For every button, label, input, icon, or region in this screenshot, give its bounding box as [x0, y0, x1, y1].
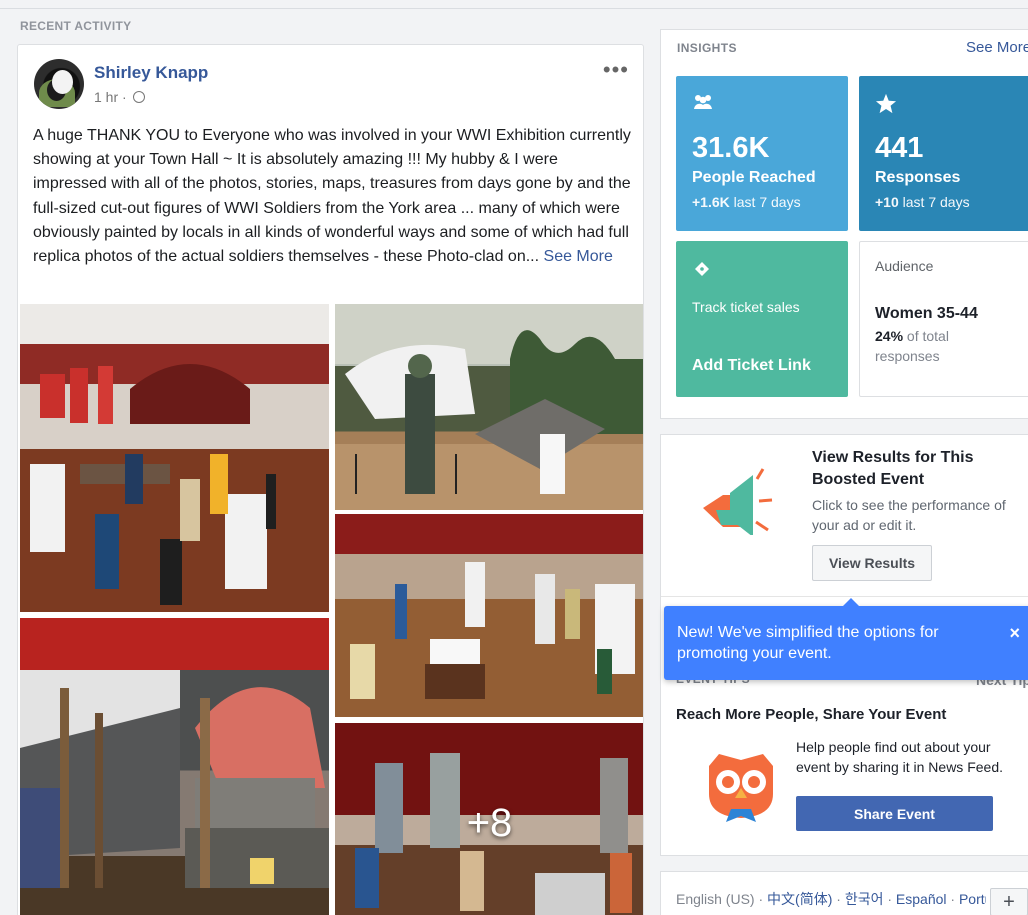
insights-see-more-link[interactable]: See More	[966, 39, 1028, 56]
audience-label: Audience	[875, 258, 934, 274]
people-reached-tile[interactable]: 31.6K People Reached +1.6K last 7 days	[676, 76, 848, 231]
more-options-icon[interactable]: •••	[603, 57, 629, 83]
boost-title: View Results for This Boosted Event	[812, 449, 974, 488]
people-reached-value: 31.6K	[692, 132, 770, 164]
post-photo[interactable]	[18, 616, 331, 915]
post-photo[interactable]	[18, 302, 331, 614]
avatar[interactable]	[34, 59, 84, 109]
more-photos-count[interactable]: +8	[335, 723, 643, 915]
tip-description: Help people find out about your event by…	[796, 739, 1003, 775]
people-icon	[692, 93, 714, 116]
audience-percentage: 24% of total responses	[875, 328, 949, 364]
post-meta: 1 hr ·	[94, 89, 145, 105]
see-more-link[interactable]: See More	[544, 248, 613, 265]
gallery-photo-graphic	[335, 514, 643, 717]
language-link-chinese[interactable]: 中文(简体)	[767, 891, 832, 907]
language-options: English (US) · 中文(简体) · 한국어 · Español · …	[676, 890, 986, 909]
post-text: A huge THANK YOU to Everyone who was inv…	[33, 124, 631, 269]
globe-icon	[132, 91, 145, 103]
language-bar: English (US) · 中文(简体) · 한국어 · Español · …	[660, 871, 1028, 915]
post-card: Shirley Knapp 1 hr · ••• A huge THANK YO…	[17, 44, 644, 915]
section-title: RECENT ACTIVITY	[20, 19, 132, 33]
language-link-korean[interactable]: 한국어	[845, 891, 884, 907]
audience-value: Women 35-44	[875, 305, 978, 322]
post-body: A huge THANK YOU to Everyone who was inv…	[33, 127, 631, 266]
responses-value: 441	[875, 132, 924, 164]
people-reached-label: People Reached	[692, 169, 816, 186]
star-icon	[875, 93, 897, 119]
responses-label: Responses	[875, 169, 961, 186]
language-current: English (US)	[676, 891, 755, 907]
megaphone-icon	[703, 468, 773, 535]
top-divider	[0, 8, 1028, 9]
post-photo[interactable]	[333, 302, 643, 512]
new-feature-tooltip: New! We've simplified the options for pr…	[664, 598, 1028, 680]
card-divider	[661, 596, 1028, 597]
tooltip-text: New! We've simplified the options for pr…	[677, 624, 939, 662]
tip-title: Reach More People, Share Your Event	[676, 706, 947, 723]
close-icon[interactable]: ×	[1009, 623, 1020, 644]
add-ticket-link[interactable]: Add Ticket Link	[692, 357, 811, 375]
owl-icon	[709, 754, 773, 822]
language-link-portuguese[interactable]: Português (Brasil)	[959, 891, 986, 907]
share-event-button[interactable]: Share Event	[796, 796, 993, 831]
trench-photo-graphic	[20, 618, 329, 915]
horse-photo-graphic	[335, 304, 643, 510]
post-author[interactable]: Shirley Knapp	[94, 63, 208, 83]
responses-tile[interactable]: 441 Responses +10 last 7 days	[859, 76, 1028, 231]
ticket-sales-tile[interactable]: Track ticket sales Add Ticket Link	[676, 241, 848, 397]
boost-description: Click to see the performance of your ad …	[812, 497, 1006, 533]
insights-card: INSIGHTS See More 31.6K People Reached +…	[660, 29, 1028, 419]
view-results-button[interactable]: View Results	[812, 545, 932, 581]
add-language-button[interactable]: +	[990, 888, 1028, 915]
hall-photo-graphic	[20, 304, 329, 612]
audience-tile[interactable]: Audience Women 35-44 24% of total respon…	[859, 241, 1028, 397]
people-reached-delta: +1.6K last 7 days	[692, 194, 801, 210]
insights-title: INSIGHTS	[677, 41, 737, 55]
ticket-icon	[692, 259, 712, 285]
post-photo[interactable]	[333, 512, 643, 719]
post-photo[interactable]: +8	[333, 721, 643, 915]
responses-delta: +10 last 7 days	[875, 194, 970, 210]
track-ticket-sales-label: Track ticket sales	[692, 299, 800, 315]
language-link-spanish[interactable]: Español	[896, 891, 947, 907]
post-time[interactable]: 1 hr ·	[94, 89, 127, 105]
